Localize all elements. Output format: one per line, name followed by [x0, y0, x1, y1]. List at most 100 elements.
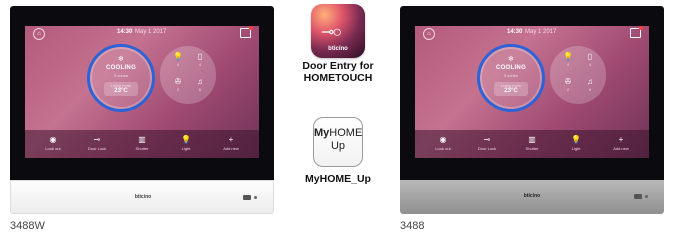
nav-label: Shutter: [135, 146, 149, 151]
favorite-music[interactable]: ♫ 6: [580, 77, 600, 97]
nav-label: Add new: [223, 146, 239, 151]
snowflake-icon: ❄: [118, 56, 124, 63]
thermostat-setpoint[interactable]: Living room 23°C: [104, 82, 138, 96]
thermostat-subtitle: 3 zones: [113, 73, 128, 78]
device-base: bticino: [10, 180, 274, 214]
status-time: 14:30: [507, 29, 523, 35]
light-icon: 💡: [181, 135, 191, 144]
thermostat-mode: COOLING: [105, 65, 137, 71]
shutter-icon: ▥: [138, 135, 146, 144]
app-myhome-up[interactable]: MyHOME Up MyHOME_Up: [296, 117, 380, 185]
door-entry-app-icon[interactable]: ⊸○ bticino: [311, 4, 365, 58]
nav-add-new[interactable]: + Add new: [601, 134, 641, 152]
nav-shutter[interactable]: ▥ Shutter: [512, 134, 552, 152]
myhome-icon-up: Up: [330, 140, 346, 152]
setpoint-value: 23°C: [504, 88, 518, 94]
nav-label: Light: [571, 146, 581, 151]
plus-icon: +: [228, 135, 234, 144]
device-3488w: ⌂ 14:30 May 1 2017 ❄ COOLING 3 zones Liv…: [10, 6, 274, 214]
hardware-buttons[interactable]: [634, 194, 650, 199]
bottom-nav: ◉ Look out ⊸ Door Lock ▥ Shutter 💡 Light…: [415, 130, 649, 158]
door-entry-label-line2: HOMETOUCH: [303, 72, 373, 84]
myhome-icon-text: MyHOME: [314, 127, 363, 139]
device-base: bticino: [400, 180, 664, 214]
eye-icon: ◉: [49, 135, 57, 144]
favorites-panel: 💡 4 ▯ 4 ✇ 2 ♫ 6: [550, 46, 606, 104]
thermostat-dial[interactable]: ❄ COOLING 3 zones Living room 23°C: [477, 44, 545, 112]
myhome-up-label: MyHOME_Up: [305, 173, 371, 185]
app-door-entry[interactable]: ⊸○ bticino Door Entry for HOMETOUCH: [296, 4, 380, 84]
nav-label: Add new: [613, 146, 629, 151]
favorite-devices[interactable]: ▯ 4: [190, 52, 210, 72]
device-bezel: ⌂ 14:30 May 1 2017 ❄ COOLING 3 zones Liv…: [400, 6, 664, 180]
plus-icon: +: [618, 135, 624, 144]
fan-icon: ✇: [564, 77, 572, 86]
bottom-nav: ◉ Look out ⊸ Door Lock ▥ Shutter 💡 Light…: [25, 130, 259, 158]
status-date: May 1 2017: [525, 29, 557, 35]
key-icon: ⊸: [483, 135, 491, 144]
tablet-icon: ▯: [587, 52, 593, 61]
status-date: May 1 2017: [135, 29, 167, 35]
notification-icon[interactable]: [240, 26, 253, 38]
favorite-fans[interactable]: ✇ 2: [168, 77, 188, 97]
tablet-icon: ▯: [197, 52, 203, 61]
snowflake-icon: ❄: [508, 56, 514, 63]
bulb-icon: 💡: [173, 52, 183, 61]
status-bar: ⌂ 14:30 May 1 2017: [415, 26, 649, 40]
device-bezel: ⌂ 14:30 May 1 2017 ❄ COOLING 3 zones Liv…: [10, 6, 274, 180]
nav-look-out[interactable]: ◉ Look out: [33, 134, 73, 152]
favorite-lights[interactable]: 💡 4: [168, 52, 188, 72]
thermostat-subtitle: 3 zones: [503, 73, 518, 78]
notification-icon[interactable]: [630, 26, 643, 38]
light-icon: 💡: [571, 135, 581, 144]
thermostat-dial[interactable]: ❄ COOLING 3 zones Living room 23°C: [87, 44, 155, 112]
music-icon: ♫: [587, 77, 593, 86]
icon-brand: bticino: [328, 46, 348, 52]
favorites-panel: 💡 4 ▯ 4 ✇ 2 ♫ 6: [160, 46, 216, 104]
myhome-up-app-icon[interactable]: MyHOME Up: [313, 117, 363, 167]
hardware-buttons[interactable]: [243, 195, 259, 200]
brand-logo: bticino: [523, 193, 541, 199]
nav-label: Look out: [435, 146, 451, 151]
thermostat-mode: COOLING: [495, 65, 527, 71]
key-icon: ⊸○: [321, 24, 342, 41]
brand-logo: bticino: [134, 194, 152, 200]
touchscreen[interactable]: ⌂ 14:30 May 1 2017 ❄ COOLING 3 zones Liv…: [25, 26, 259, 158]
key-icon: ⊸: [93, 135, 101, 144]
model-caption-3488w: 3488W: [10, 220, 45, 232]
nav-label: Door Lock: [87, 146, 107, 151]
nav-light[interactable]: 💡 Light: [556, 134, 596, 152]
nav-look-out[interactable]: ◉ Look out: [423, 134, 463, 152]
favorite-lights[interactable]: 💡 4: [558, 52, 578, 72]
nav-door-lock[interactable]: ⊸ Door Lock: [77, 134, 117, 152]
home-logo-icon[interactable]: ⌂: [423, 28, 435, 40]
nav-label: Door Lock: [477, 146, 497, 151]
favorite-fans[interactable]: ✇ 2: [558, 77, 578, 97]
favorite-count: 2: [176, 87, 180, 92]
favorite-count: 2: [566, 87, 570, 92]
favorite-count: 6: [198, 87, 202, 92]
favorite-count: 4: [588, 62, 592, 67]
fan-icon: ✇: [174, 77, 182, 86]
favorite-devices[interactable]: ▯ 4: [580, 52, 600, 72]
favorite-count: 4: [176, 62, 180, 67]
shutter-icon: ▥: [528, 135, 536, 144]
nav-light[interactable]: 💡 Light: [166, 134, 206, 152]
setpoint-value: 23°C: [114, 88, 128, 94]
favorite-count: 6: [588, 87, 592, 92]
device-3488: ⌂ 14:30 May 1 2017 ❄ COOLING 3 zones Liv…: [400, 6, 664, 214]
status-bar: ⌂ 14:30 May 1 2017: [25, 26, 259, 40]
touchscreen[interactable]: ⌂ 14:30 May 1 2017 ❄ COOLING 3 zones Liv…: [415, 26, 649, 158]
door-entry-label-line1: Door Entry for: [302, 60, 374, 72]
nav-shutter[interactable]: ▥ Shutter: [122, 134, 162, 152]
nav-add-new[interactable]: + Add new: [211, 134, 251, 152]
nav-label: Look out: [45, 146, 61, 151]
favorite-count: 4: [566, 62, 570, 67]
thermostat-setpoint[interactable]: Living room 23°C: [494, 82, 528, 96]
nav-label: Light: [181, 146, 191, 151]
nav-label: Shutter: [525, 146, 539, 151]
home-logo-icon[interactable]: ⌂: [33, 28, 45, 40]
favorite-music[interactable]: ♫ 6: [190, 77, 210, 97]
status-time: 14:30: [117, 29, 133, 35]
nav-door-lock[interactable]: ⊸ Door Lock: [467, 134, 507, 152]
